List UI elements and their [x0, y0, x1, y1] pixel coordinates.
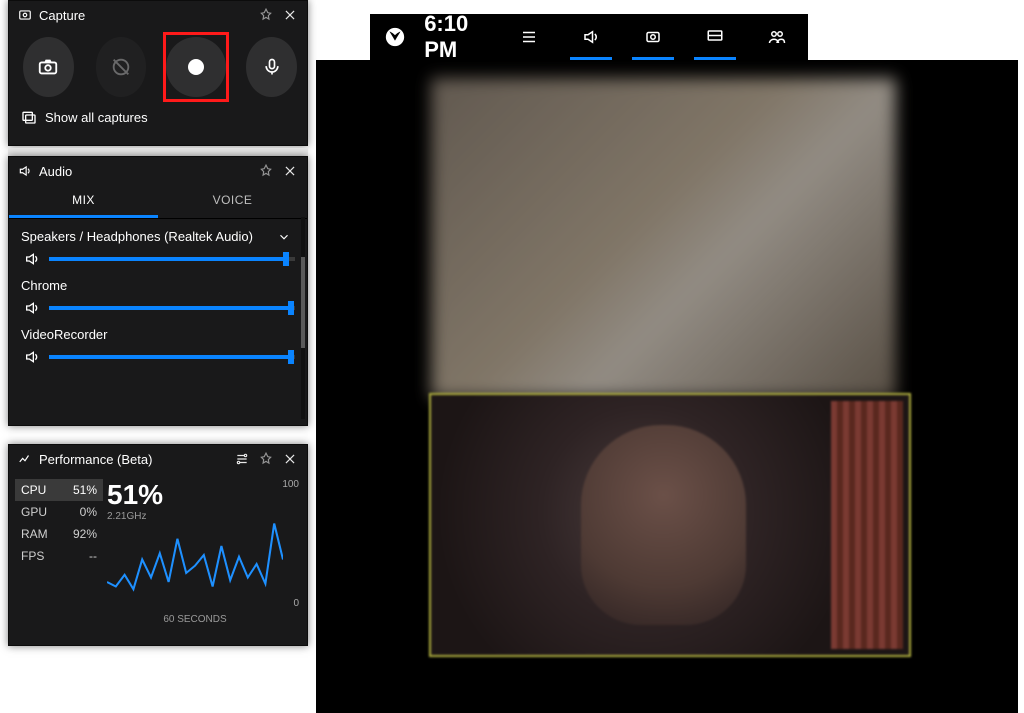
close-icon[interactable]: [281, 450, 299, 468]
pin-icon[interactable]: [257, 6, 275, 24]
tab-mix[interactable]: MIX: [9, 185, 158, 218]
audio-row: Chrome: [9, 268, 307, 317]
audio-row-name: Chrome: [21, 278, 67, 293]
audio-title: Audio: [39, 164, 72, 179]
show-all-captures[interactable]: Show all captures: [9, 103, 307, 131]
capture-titlebar: Capture: [9, 1, 307, 29]
video-feed-remote: [431, 78, 896, 398]
perf-xlabel: 60 SECONDS: [107, 614, 283, 625]
perf-ymin: 0: [293, 598, 299, 609]
xbar-audio-icon[interactable]: [560, 14, 622, 60]
gallery-icon: [21, 109, 37, 125]
speaker-icon: [17, 163, 33, 179]
audio-row: Speakers / Headphones (Realtek Audio): [9, 219, 307, 268]
xbox-game-bar: 6:10 PM: [370, 14, 808, 60]
tab-voice[interactable]: VOICE: [158, 185, 307, 218]
perf-chart: 51% 2.21GHz 100 0 60 SECONDS: [107, 479, 301, 623]
volume-slider[interactable]: [49, 306, 295, 310]
video-feed-local: [431, 395, 909, 655]
perf-titlebar: Performance (Beta): [9, 445, 307, 473]
volume-slider[interactable]: [49, 257, 295, 261]
settings-icon[interactable]: [233, 450, 251, 468]
video-window: [316, 60, 1018, 713]
widget-gap: [8, 148, 308, 156]
speaker-icon[interactable]: [21, 299, 43, 317]
speaker-icon[interactable]: [21, 348, 43, 366]
audio-titlebar: Audio: [9, 157, 307, 185]
volume-slider[interactable]: [49, 355, 295, 359]
mic-toggle-button[interactable]: [246, 37, 297, 97]
xbar-menu-icon[interactable]: [498, 14, 560, 60]
speaker-icon[interactable]: [21, 250, 43, 268]
audio-tabs: MIX VOICE: [9, 185, 307, 219]
capture-widget: Capture Show all captures: [8, 0, 308, 146]
capture-title: Capture: [39, 8, 85, 23]
xbar-capture-icon[interactable]: [622, 14, 684, 60]
record-dot-icon: [188, 59, 204, 75]
scrollbar[interactable]: [301, 217, 305, 419]
show-all-captures-label: Show all captures: [45, 110, 148, 125]
perf-metric-list: CPU51% GPU0% RAM92% FPS--: [15, 479, 103, 623]
close-icon[interactable]: [281, 162, 299, 180]
xbar-social-icon[interactable]: [746, 14, 808, 60]
audio-row-name: VideoRecorder: [21, 327, 107, 342]
audio-row-name: Speakers / Headphones (Realtek Audio): [21, 229, 253, 244]
close-icon[interactable]: [281, 6, 299, 24]
perf-metric-ram[interactable]: RAM92%: [15, 523, 103, 545]
audio-row: VideoRecorder: [9, 317, 307, 366]
clock: 6:10 PM: [424, 11, 498, 63]
perf-title: Performance (Beta): [39, 452, 152, 467]
perf-metric-fps[interactable]: FPS--: [15, 545, 103, 567]
performance-widget: Performance (Beta) CPU51% GPU0% RAM92% F…: [8, 444, 308, 646]
performance-icon: [17, 451, 33, 467]
record-button[interactable]: [166, 37, 226, 97]
perf-metric-cpu[interactable]: CPU51%: [15, 479, 103, 501]
pin-icon[interactable]: [257, 450, 275, 468]
perf-big-value: 51%: [107, 481, 301, 509]
record-last-button[interactable]: [96, 37, 147, 97]
perf-metric-gpu[interactable]: GPU0%: [15, 501, 103, 523]
chevron-down-icon[interactable]: [277, 230, 291, 244]
xbox-icon[interactable]: [380, 26, 410, 48]
audio-widget: Audio MIX VOICE Speakers / Headphones (R…: [8, 156, 308, 426]
screenshot-button[interactable]: [23, 37, 74, 97]
record-button-highlight: [163, 32, 229, 102]
pin-icon[interactable]: [257, 162, 275, 180]
xbar-performance-icon[interactable]: [684, 14, 746, 60]
capture-buttons: [9, 29, 307, 103]
widget-icon: [17, 7, 33, 23]
perf-ymax: 100: [282, 479, 299, 490]
